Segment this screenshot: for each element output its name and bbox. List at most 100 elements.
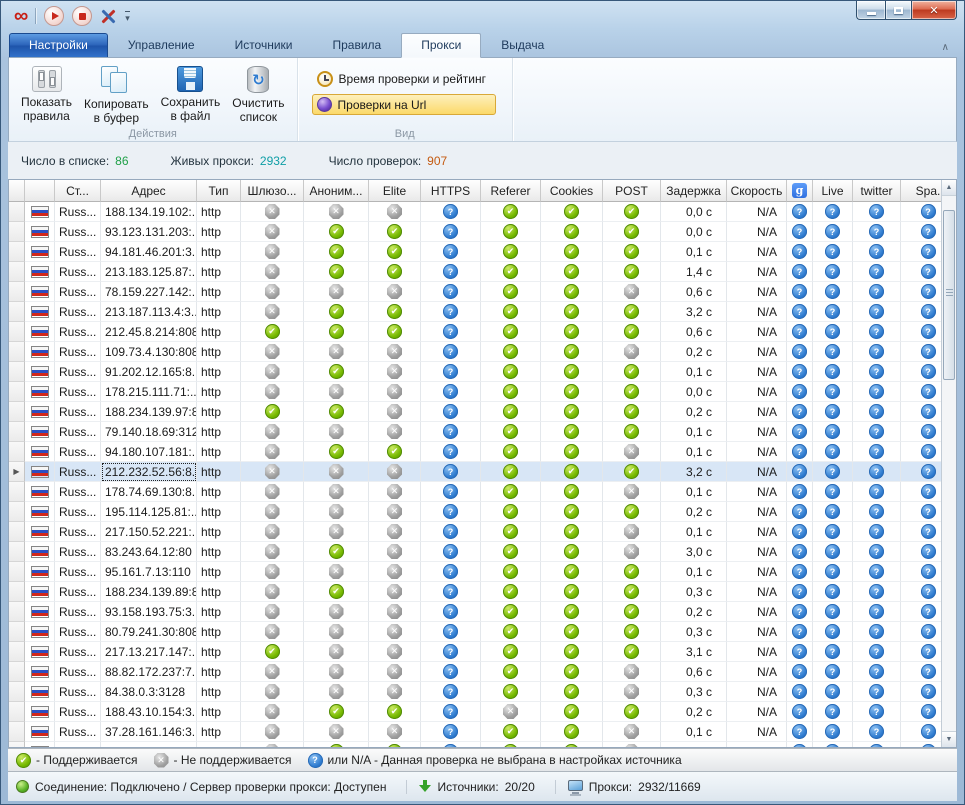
column-header-cookies[interactable]: Cookies: [541, 180, 603, 202]
url-checks-button[interactable]: Проверки на Url: [312, 94, 496, 115]
check-cell: ✔: [481, 402, 541, 422]
flag-stripe: [32, 473, 48, 476]
check-cell: ?: [421, 242, 481, 262]
url-check-cell: ?: [853, 682, 901, 702]
start-check-button[interactable]: [44, 6, 64, 26]
table-row[interactable]: Russ...95.161.7.13:110http✕✕✕?✔✔✔0,1 сN/…: [9, 562, 956, 582]
table-row[interactable]: Russ...178.74.69.130:8...http✕✕✕?✔✔✕0,1 …: [9, 482, 956, 502]
column-header-referer[interactable]: Referer: [481, 180, 541, 202]
delay-cell: 0,6 с: [661, 282, 727, 302]
flag-cell: [25, 622, 55, 642]
address-cell: 83.243.64.12:80: [101, 542, 197, 562]
column-header-twitter[interactable]: twitter: [853, 180, 901, 202]
table-row[interactable]: Russ...37.28.161.146:3...http✕✕✕?✔✔✕0,1 …: [9, 722, 956, 742]
speed-cell: N/A: [727, 242, 787, 262]
column-header-type[interactable]: Тип: [197, 180, 241, 202]
table-row[interactable]: Russ...94.181.46.201:3...http✕✔✔?✔✔✔0,1 …: [9, 242, 956, 262]
table-row[interactable]: Russ...79.140.18.69:3128http✕✕✕?✔✔✔0,1 с…: [9, 422, 956, 442]
url-check-cell: ?: [787, 362, 813, 382]
table-row[interactable]: Russ...217.13.217.147:...http✔✕✕?✔✔✔3,1 …: [9, 642, 956, 662]
country-cell: Russ...: [55, 622, 101, 642]
tab-rules[interactable]: Правила: [313, 33, 402, 57]
column-header-https[interactable]: HTTPS: [421, 180, 481, 202]
column-header-live[interactable]: Live: [813, 180, 853, 202]
scroll-down-button[interactable]: ▼: [942, 731, 956, 747]
table-row[interactable]: Russ...188.234.139.97:80http✔✔✕?✔✔✔0,2 с…: [9, 402, 956, 422]
column-header-country[interactable]: Ст...: [55, 180, 101, 202]
table-row[interactable]: Russ...93.158.193.75:3...http✕✕✕?✔✔✔0,2 …: [9, 602, 956, 622]
delay-cell: 0,1 с: [661, 482, 727, 502]
table-row[interactable]: Russ...94.180.107.181:...http✕✔✔?✔✔✕0,1 …: [9, 442, 956, 462]
table-row[interactable]: Russ...78.159.227.142:...http✕✕✕?✔✔✕0,6 …: [9, 282, 956, 302]
tab-output[interactable]: Выдача: [481, 33, 564, 57]
check-cell: ✔: [603, 582, 661, 602]
close-button[interactable]: ✕: [912, 1, 957, 20]
table-row[interactable]: Russ...88.82.172.237:7...http✕✕✕?✔✔✕0,6 …: [9, 662, 956, 682]
check-cell: ✕: [304, 462, 369, 482]
show-rules-button[interactable]: Показать правила: [15, 62, 78, 127]
stop-check-button[interactable]: [72, 6, 92, 26]
question-icon: ?: [443, 624, 458, 639]
table-row[interactable]: Russ...188.234.139.89:80http✕✔✕?✔✔✔0,3 с…: [9, 582, 956, 602]
save-to-file-label: Сохранить в файл: [161, 95, 221, 123]
russia-flag-icon: [31, 226, 49, 238]
table-row[interactable]: Russ...93.123.131.203:...http✕✔✔?✔✔✔0,0 …: [9, 222, 956, 242]
check-time-rating-button[interactable]: Время проверки и рейтинг: [312, 68, 496, 90]
question-icon: ?: [921, 324, 936, 339]
column-header-gateway[interactable]: Шлюзо...: [241, 180, 304, 202]
tab-settings[interactable]: Настройки: [9, 33, 108, 57]
check-cell: ✔: [481, 482, 541, 502]
table-row[interactable]: Russ...195.114.125.81:...http✕✕✕?✔✔✔0,2 …: [9, 502, 956, 522]
table-row[interactable]: ✕✔✔?✔✔✕????: [9, 742, 956, 748]
url-check-cell: ?: [853, 602, 901, 622]
russia-flag-icon: [31, 426, 49, 438]
table-row[interactable]: Russ...212.45.8.214:8080http✔✔✔?✔✔✔0,6 с…: [9, 322, 956, 342]
table-row[interactable]: ▶Russ...212.232.52.56:8...http✕✕✕?✔✔✔3,2…: [9, 462, 956, 482]
tab-sources[interactable]: Источники: [215, 33, 313, 57]
vertical-scrollbar[interactable]: ▲ ▼: [941, 180, 956, 747]
column-header-address[interactable]: Адрес: [101, 180, 197, 202]
table-row[interactable]: Russ...178.215.111.71:...http✕✕✕?✔✔✔0,0 …: [9, 382, 956, 402]
column-header-speed[interactable]: Скорость: [727, 180, 787, 202]
table-row[interactable]: Russ...217.150.52.221:...http✕✕✕?✔✔✕0,1 …: [9, 522, 956, 542]
quick-access-chevron-icon[interactable]: ▾: [125, 11, 130, 22]
column-header-google[interactable]: g: [787, 180, 813, 202]
collapse-ribbon-chevron[interactable]: ∧: [942, 42, 949, 53]
russia-flag-icon: [31, 606, 49, 618]
check-cell: ✕: [369, 282, 421, 302]
minimize-button[interactable]: [856, 1, 885, 20]
table-row[interactable]: Russ...188.134.19.102:...http✕✕✕?✔✔✔0,0 …: [9, 202, 956, 222]
tools-icon[interactable]: [100, 8, 117, 25]
column-header-delay[interactable]: Задержка: [661, 180, 727, 202]
check-cell: ?: [421, 642, 481, 662]
table-row[interactable]: Russ...188.43.10.154:3...http✕✔✔?✕✔✔0,2 …: [9, 702, 956, 722]
column-header-row-marker[interactable]: [9, 180, 25, 202]
table-row[interactable]: Russ...109.73.4.130:8080http✕✕✕?✔✔✕0,2 с…: [9, 342, 956, 362]
check-icon: ✔: [624, 504, 639, 519]
scrollbar-thumb[interactable]: [943, 210, 955, 380]
column-header-flag[interactable]: [25, 180, 55, 202]
column-header-elite[interactable]: Elite: [369, 180, 421, 202]
clear-list-button[interactable]: Очистить список: [226, 62, 290, 128]
tab-management[interactable]: Управление: [108, 33, 215, 57]
column-header-anonymity[interactable]: Аноним...: [304, 180, 369, 202]
country-cell: Russ...: [55, 502, 101, 522]
copy-to-clipboard-button[interactable]: Копировать в буфер: [78, 62, 155, 129]
table-row[interactable]: Russ...83.243.64.12:80http✕✔✕?✔✔✕3,0 сN/…: [9, 542, 956, 562]
table-row[interactable]: Russ...213.187.113.4:3...http✕✔✔?✔✔✔3,2 …: [9, 302, 956, 322]
maximize-button[interactable]: [885, 1, 912, 20]
table-row[interactable]: Russ...91.202.12.165:8...http✕✔✕?✔✔✔0,1 …: [9, 362, 956, 382]
table-row[interactable]: Russ...84.38.0.3:3128http✕✕✕?✔✔✕0,3 сN/A…: [9, 682, 956, 702]
check-icon: ✔: [624, 224, 639, 239]
tab-proxy[interactable]: Прокси: [401, 33, 481, 58]
url-check-cell: ?: [853, 522, 901, 542]
url-check-cell: ?: [853, 482, 901, 502]
table-row[interactable]: Russ...80.79.241.30:8080http✕✕✕?✔✔✔0,3 с…: [9, 622, 956, 642]
flag-cell: [25, 342, 55, 362]
app-window: ∞ ▾ ✕ НастройкиУправлениеИсточникиПравил…: [0, 0, 965, 805]
check-icon: ✔: [387, 264, 402, 279]
scroll-up-button[interactable]: ▲: [942, 180, 956, 196]
column-header-post[interactable]: POST: [603, 180, 661, 202]
save-to-file-button[interactable]: Сохранить в файл: [155, 62, 227, 127]
table-row[interactable]: Russ...213.183.125.87:...http✕✔✔?✔✔✔1,4 …: [9, 262, 956, 282]
